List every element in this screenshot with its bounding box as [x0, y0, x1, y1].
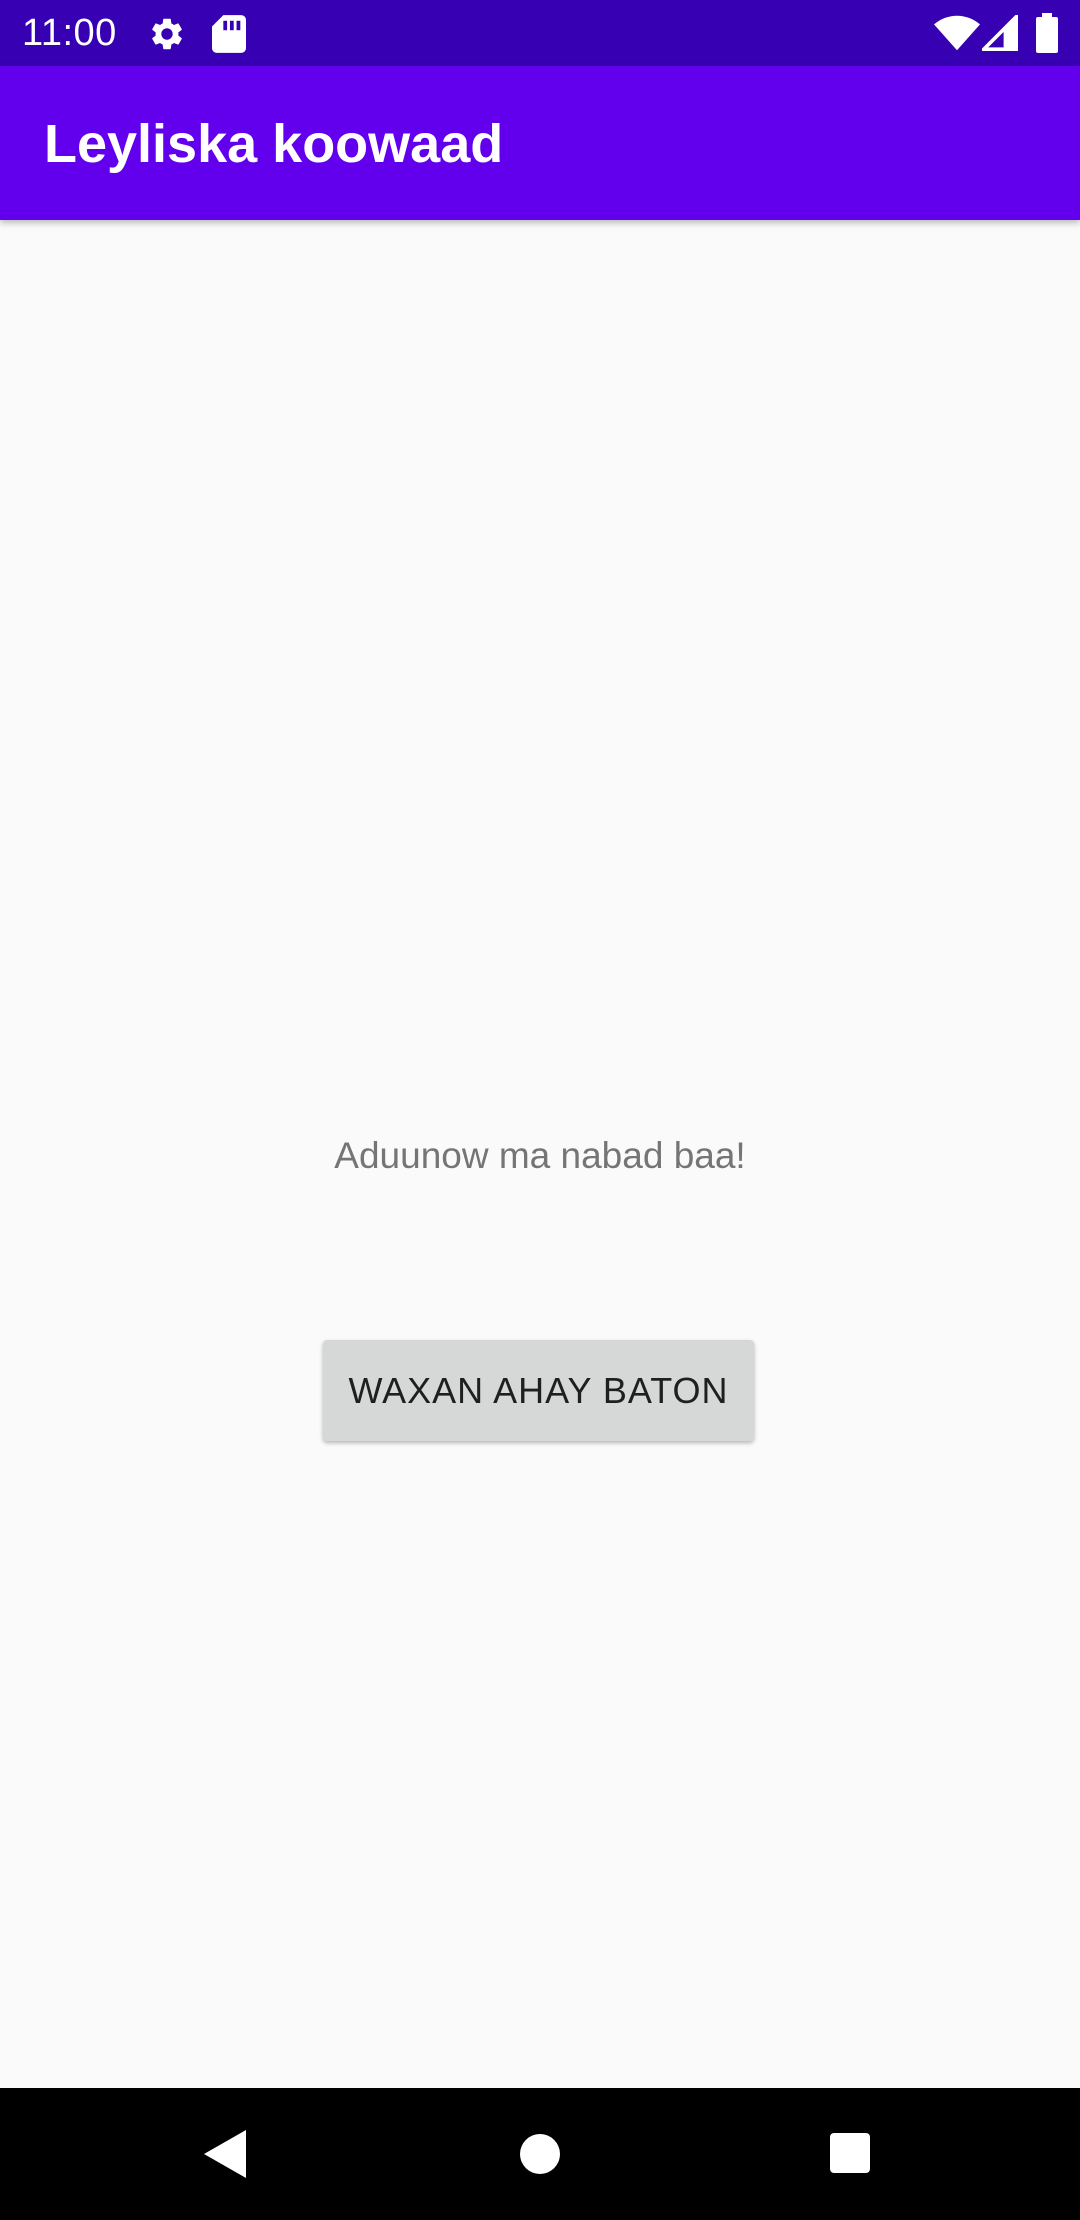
main-button[interactable]: WAXAN AHAY BATON — [323, 1340, 754, 1441]
cellular-signal-icon — [982, 15, 1018, 51]
app-title: Leyliska koowaad — [44, 114, 504, 174]
status-time: 11:00 — [22, 12, 117, 54]
settings-icon — [152, 18, 182, 50]
back-icon[interactable] — [200, 2126, 250, 2182]
sd-card-icon — [212, 15, 246, 53]
recents-icon[interactable] — [829, 2132, 871, 2174]
app-bar: Leyliska koowaad — [0, 66, 1080, 220]
greeting-text: Aduunow ma nabad baa! — [334, 1135, 746, 1176]
battery-icon — [1036, 13, 1058, 53]
home-icon[interactable] — [518, 2132, 562, 2176]
navigation-bar — [0, 2088, 1080, 2220]
status-bar: 11:00 — [0, 0, 1080, 66]
wifi-icon — [934, 15, 980, 51]
